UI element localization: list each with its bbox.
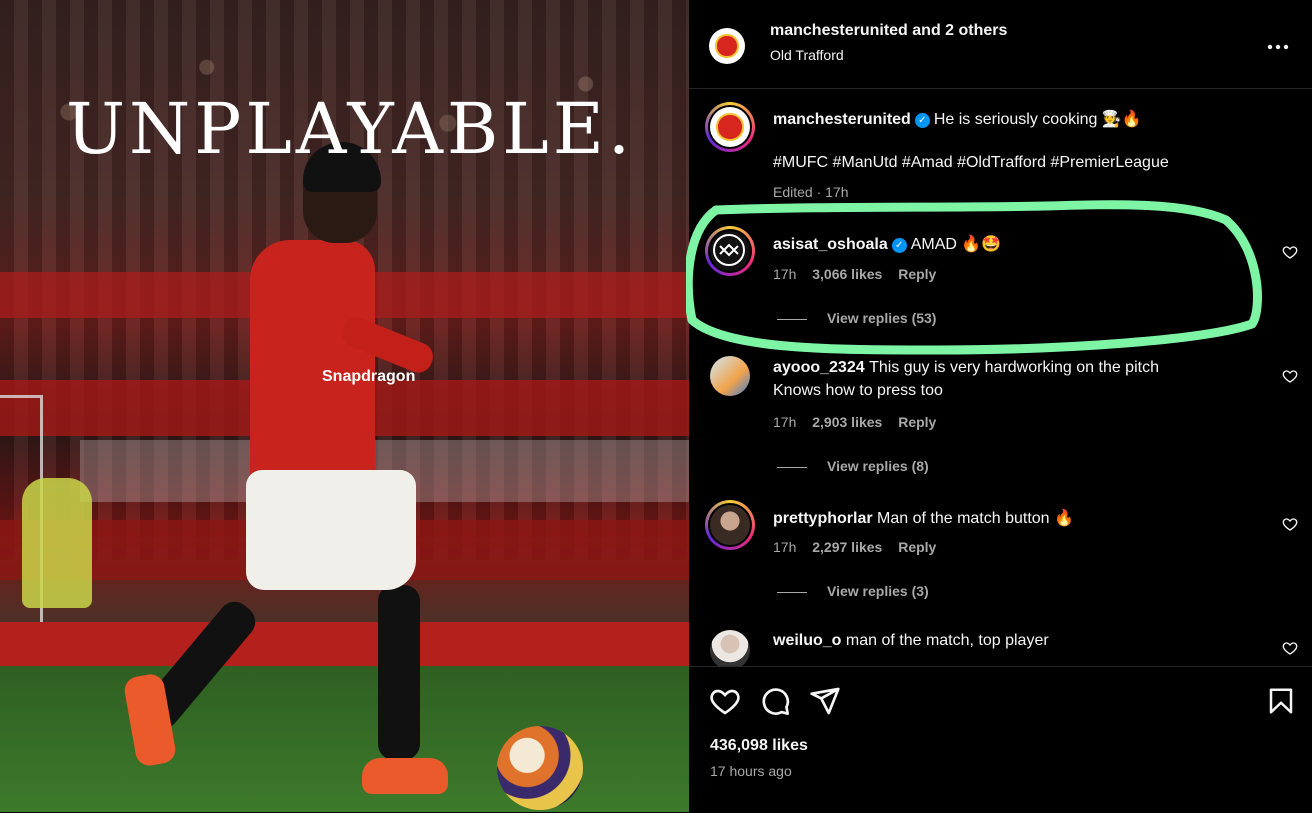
post-image[interactable]: Snapdragon UNPLAYABLE. bbox=[0, 0, 689, 812]
player-boot bbox=[362, 758, 448, 794]
likes-count[interactable]: 436,098 likes bbox=[710, 737, 808, 755]
comment-avatar[interactable] bbox=[705, 500, 755, 550]
post-header: manchesterunited and 2 others Old Traffo… bbox=[689, 0, 1312, 89]
caption-avatar[interactable] bbox=[705, 102, 755, 152]
highlight-annotation bbox=[686, 200, 1262, 355]
owner-username[interactable]: manchesterunited bbox=[770, 22, 908, 39]
comment-avatar[interactable] bbox=[710, 630, 750, 666]
like-comment-heart-icon[interactable] bbox=[1282, 516, 1298, 532]
comment-line: prettyphorlar Man of the match button 🔥 bbox=[773, 508, 1074, 528]
collab-others[interactable]: and 2 others bbox=[912, 22, 1007, 39]
comment-meta: 17h 2,903 likes Reply bbox=[773, 414, 936, 430]
like-heart-icon[interactable] bbox=[709, 685, 741, 717]
save-bookmark-icon[interactable] bbox=[1266, 685, 1296, 717]
reply-button[interactable]: Reply bbox=[898, 414, 936, 430]
owner-line: manchesterunited and 2 others bbox=[770, 22, 1007, 40]
comment-time: 17h bbox=[773, 539, 797, 555]
caption-username[interactable]: manchesterunited bbox=[773, 111, 911, 128]
comment-text: man of the match, top player bbox=[845, 632, 1049, 649]
football bbox=[497, 726, 583, 810]
shirt-sponsor: Snapdragon bbox=[322, 368, 416, 385]
comment-likes[interactable]: 2,297 likes bbox=[812, 539, 882, 555]
divider-line bbox=[777, 466, 807, 468]
caption-meta: Edited · 17h bbox=[773, 184, 849, 200]
verified-badge-icon: ✓ bbox=[914, 113, 930, 128]
club-crest-icon bbox=[716, 113, 744, 141]
comment-avatar[interactable] bbox=[710, 356, 750, 396]
pitch bbox=[0, 666, 689, 812]
player-leg bbox=[378, 585, 420, 760]
share-send-icon[interactable] bbox=[809, 685, 841, 717]
post-location[interactable]: Old Trafford bbox=[770, 47, 844, 63]
comments-panel: manchesterunited and 2 others Old Traffo… bbox=[689, 0, 1312, 812]
post-actions: 436,098 likes 17 hours ago bbox=[689, 666, 1312, 813]
comment-line: ayooo_2324 This guy is very hardworking … bbox=[773, 359, 1159, 377]
comment-text: Man of the match button 🔥 bbox=[877, 510, 1074, 527]
comment-bubble-icon[interactable] bbox=[759, 685, 791, 717]
post-headline: UNPLAYABLE. bbox=[66, 88, 635, 170]
comment-likes[interactable]: 2,903 likes bbox=[812, 414, 882, 430]
comment-username[interactable]: weiluo_o bbox=[773, 632, 841, 649]
caption-text: He is seriously cooking 🧑‍🍳🔥 bbox=[933, 111, 1142, 128]
comment-text-line2: Knows how to press too bbox=[773, 382, 943, 399]
view-replies-label: View replies (3) bbox=[827, 583, 929, 599]
comment-text: This guy is very hardworking on the pitc… bbox=[869, 359, 1159, 376]
like-comment-heart-icon[interactable] bbox=[1282, 640, 1298, 656]
caption-line: manchesterunited ✓ He is seriously cooking… bbox=[773, 109, 1142, 129]
caption-hashtags[interactable]: #MUFC #ManUtd #Amad #OldTrafford #Premie… bbox=[773, 154, 1169, 172]
like-comment-heart-icon[interactable] bbox=[1282, 244, 1298, 260]
view-replies-button[interactable]: View replies (3) bbox=[777, 583, 929, 599]
comment-line: weiluo_o man of the match, top player bbox=[773, 632, 1049, 650]
player-shorts bbox=[246, 470, 416, 590]
view-replies-label: View replies (8) bbox=[827, 458, 929, 474]
owner-avatar[interactable] bbox=[709, 28, 745, 64]
club-crest-icon bbox=[715, 34, 739, 58]
goalkeeper-figure bbox=[22, 478, 92, 608]
more-options-icon[interactable] bbox=[1267, 30, 1289, 56]
view-replies-button[interactable]: View replies (8) bbox=[777, 458, 929, 474]
comment-username[interactable]: prettyphorlar bbox=[773, 510, 873, 527]
ad-board bbox=[0, 622, 689, 666]
divider-line bbox=[777, 591, 807, 593]
comment-meta: 17h 2,297 likes Reply bbox=[773, 539, 936, 555]
reply-button[interactable]: Reply bbox=[898, 539, 936, 555]
post-time[interactable]: 17 hours ago bbox=[710, 763, 792, 779]
comment-clip: weiluo_o man of the match, top player bbox=[689, 620, 1312, 666]
like-comment-heart-icon[interactable] bbox=[1282, 368, 1298, 384]
comment-username[interactable]: ayooo_2324 bbox=[773, 359, 865, 376]
comment-time: 17h bbox=[773, 414, 797, 430]
